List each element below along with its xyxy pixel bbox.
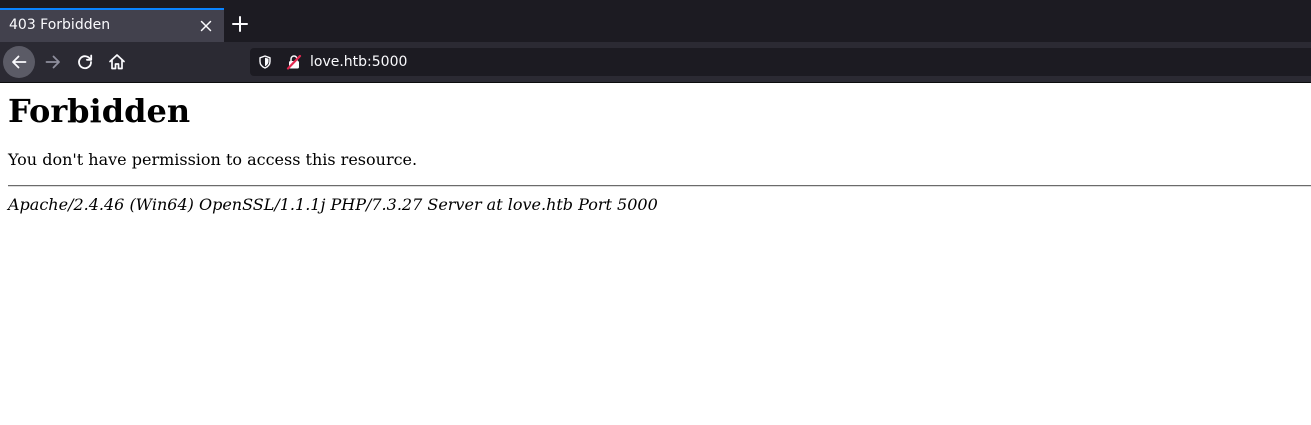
forward-button[interactable]	[37, 46, 69, 78]
shield-icon[interactable]	[258, 55, 272, 69]
home-icon	[109, 54, 125, 70]
close-icon[interactable]	[198, 18, 214, 34]
url-bar[interactable]	[250, 48, 1311, 76]
reload-button[interactable]	[69, 46, 101, 78]
arrow-left-icon	[12, 55, 27, 69]
reload-icon	[78, 54, 93, 70]
page-title: Forbidden	[8, 92, 191, 130]
new-tab-button[interactable]	[230, 14, 250, 34]
tab-title: 403 Forbidden	[9, 17, 111, 33]
browser-tab[interactable]: 403 Forbidden	[0, 8, 224, 42]
back-button[interactable]	[3, 46, 35, 78]
horizontal-rule	[8, 185, 1311, 187]
error-message: You don't have permission to access this…	[8, 150, 418, 169]
home-button[interactable]	[101, 46, 133, 78]
plus-icon	[232, 16, 248, 32]
insecure-lock-icon[interactable]	[286, 54, 302, 70]
url-input[interactable]: love.htb:5000	[310, 54, 407, 70]
server-signature: Apache/2.4.46 (Win64) OpenSSL/1.1.1j PHP…	[8, 195, 658, 214]
arrow-right-icon	[45, 55, 60, 69]
page-content: Forbidden You don't have permission to a…	[0, 83, 1311, 425]
